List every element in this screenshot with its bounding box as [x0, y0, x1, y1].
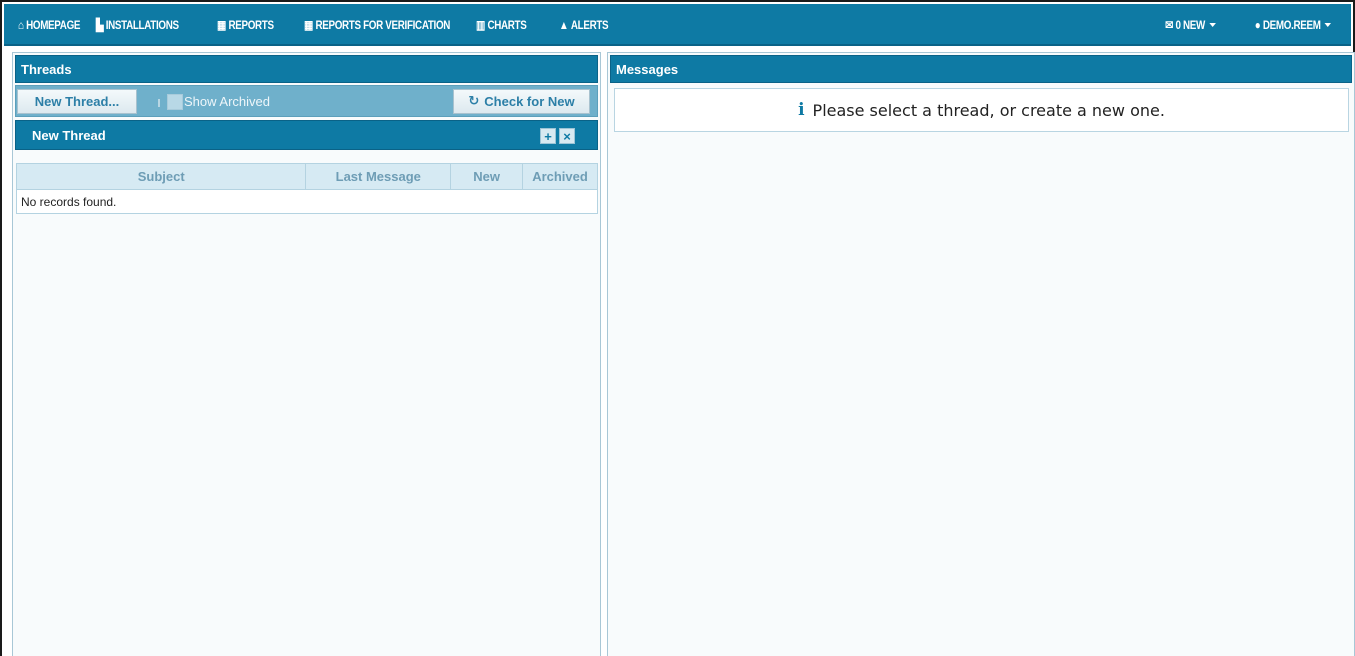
- column-header-last-message[interactable]: Last Message: [305, 163, 452, 190]
- nav-messages-label: 0 NEW: [1175, 18, 1206, 32]
- threads-panel: Threads New Thread... Show Archived ↻ Ch…: [12, 52, 601, 656]
- threads-table: Subject Last Message New Archived No rec…: [15, 163, 598, 214]
- info-icon: i: [798, 100, 805, 120]
- threads-toolbar: New Thread... Show Archived ↻ Check for …: [15, 85, 598, 117]
- column-header-new[interactable]: New: [450, 163, 524, 190]
- nav-homepage-label: HOMEPAGE: [26, 18, 81, 32]
- new-thread-section-header[interactable]: New Thread + ×: [15, 120, 598, 150]
- nav-user-label: DEMO.REEM: [1262, 18, 1321, 32]
- envelope-icon: ✉: [1165, 18, 1174, 32]
- caret-down-icon: [1209, 23, 1216, 27]
- nav-charts-label: CHARTS: [487, 18, 527, 32]
- nav-reports-verification[interactable]: ▦ REPORTS FOR VERIFICATION: [304, 18, 450, 32]
- nav-alerts-label: ALERTS: [570, 18, 609, 32]
- industry-icon: ▙: [96, 18, 104, 32]
- info-message-box: i Please select a thread, or create a ne…: [614, 88, 1349, 132]
- nav-reports-verification-label: REPORTS FOR VERIFICATION: [315, 18, 451, 32]
- empty-records-text: No records found.: [16, 189, 598, 214]
- warning-icon: ▲: [559, 18, 569, 32]
- caret-down-icon: [1324, 23, 1331, 27]
- check-for-new-button[interactable]: ↻ Check for New: [453, 89, 590, 114]
- toolbar-separator: [158, 99, 160, 107]
- table-header-row: Subject Last Message New Archived: [15, 163, 598, 190]
- column-header-subject[interactable]: Subject: [15, 163, 307, 190]
- nav-homepage[interactable]: ⌂ HOMEPAGE: [18, 18, 82, 32]
- nav-messages-dropdown[interactable]: ✉ 0 NEW: [1165, 18, 1216, 32]
- nav-user-dropdown[interactable]: ● DEMO.REEM: [1255, 18, 1331, 32]
- new-thread-button[interactable]: New Thread...: [17, 89, 137, 114]
- threads-panel-title: Threads: [15, 55, 598, 83]
- table-row: No records found.: [16, 189, 598, 214]
- info-message-text: Please select a thread, or create a new …: [812, 100, 1165, 120]
- nav-alerts[interactable]: ▲ ALERTS: [559, 18, 616, 32]
- nav-charts[interactable]: ▥ CHARTS: [476, 18, 544, 32]
- refresh-icon: ↻: [468, 94, 480, 109]
- nav-reports-label: REPORTS: [228, 18, 274, 32]
- check-for-new-label: Check for New: [484, 94, 575, 109]
- messages-panel-title: Messages: [610, 55, 1352, 83]
- nav-left-group: ⌂ HOMEPAGE ▙ INSTALLATIONS ▦ REPORTS ▦ R…: [18, 4, 629, 46]
- messages-panel: Messages i Please select a thread, or cr…: [607, 52, 1355, 656]
- nav-installations[interactable]: ▙ INSTALLATIONS: [96, 18, 195, 32]
- bar-chart-icon: ▥: [476, 18, 485, 32]
- show-archived-checkbox[interactable]: [167, 94, 183, 110]
- close-icon[interactable]: ×: [559, 128, 575, 144]
- nav-reports[interactable]: ▦ REPORTS: [217, 18, 288, 32]
- new-thread-section-title: New Thread: [32, 127, 106, 143]
- user-icon: ●: [1254, 18, 1261, 32]
- calendar-icon: ▦: [217, 18, 226, 32]
- nav-installations-label: INSTALLATIONS: [105, 18, 179, 32]
- column-header-archived[interactable]: Archived: [522, 163, 598, 190]
- plus-icon[interactable]: +: [540, 128, 556, 144]
- show-archived-label[interactable]: Show Archived: [184, 86, 270, 118]
- home-icon: ⌂: [18, 18, 24, 32]
- calendar-icon: ▦: [304, 18, 313, 32]
- nav-right-group: ✉ 0 NEW ● DEMO.REEM: [1154, 4, 1331, 46]
- top-navbar: ⌂ HOMEPAGE ▙ INSTALLATIONS ▦ REPORTS ▦ R…: [4, 4, 1351, 46]
